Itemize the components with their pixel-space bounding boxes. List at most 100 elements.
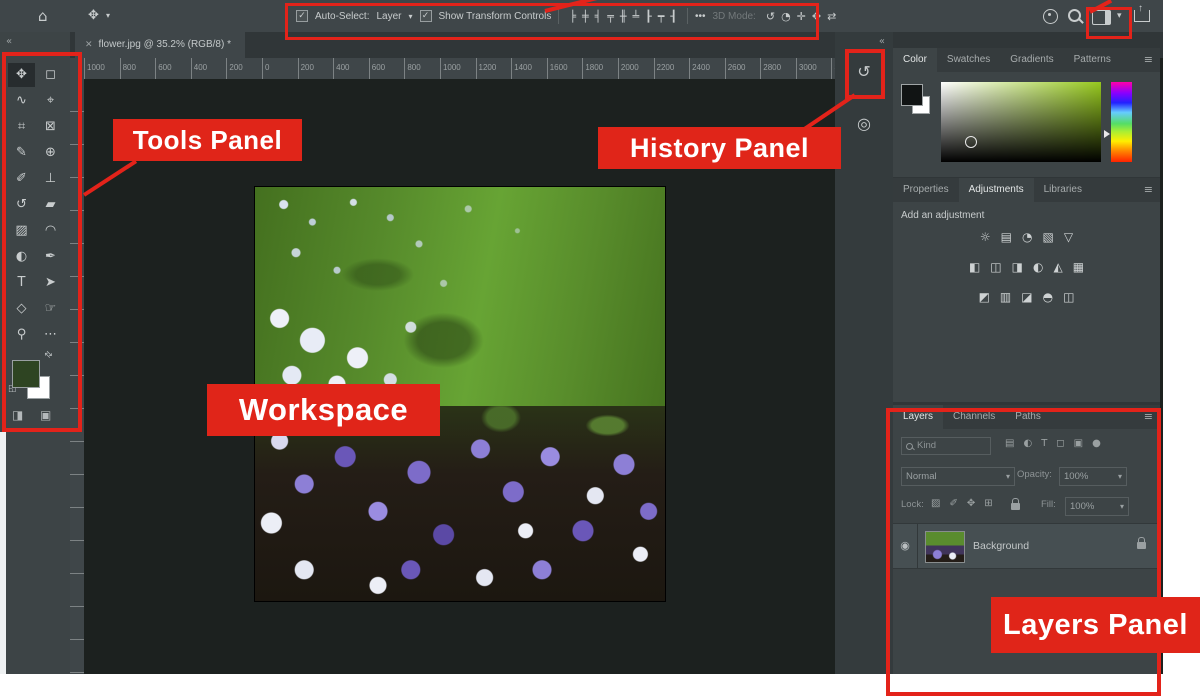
panel-menu-icon[interactable]: ≡	[1144, 178, 1153, 202]
shape-tool[interactable]: ◇	[8, 297, 35, 321]
show-transform-checkbox[interactable]: ✓	[420, 10, 432, 22]
selective-color-icon[interactable]: ◫	[1063, 290, 1074, 304]
lock-transparent-icon[interactable]: ▨	[931, 498, 940, 509]
distribute-spacing-icon[interactable]: ┨	[670, 10, 677, 23]
3d-pan-icon[interactable]: ✛	[797, 10, 806, 23]
distribute-h-icon[interactable]: ┠	[645, 10, 652, 23]
collapse-panel-icon[interactable]: «	[6, 36, 12, 47]
dodge-tool[interactable]: ◐	[8, 245, 35, 269]
search-icon[interactable]	[1068, 9, 1081, 22]
expand-dock-icon[interactable]: «	[879, 36, 885, 47]
share-icon[interactable]	[1134, 10, 1150, 22]
quick-mask-icon[interactable]: ◨	[12, 408, 23, 422]
opacity-input[interactable]: 100% ▾	[1059, 467, 1127, 486]
swap-colors-icon[interactable]: ⇄	[42, 349, 54, 361]
document-tab[interactable]: ✕flower.jpg @ 35.2% (RGB/8) *	[75, 32, 245, 58]
tab-swatches[interactable]: Swatches	[937, 48, 1000, 72]
tab-color[interactable]: Color	[893, 48, 937, 72]
eraser-tool[interactable]: ▰	[37, 193, 64, 217]
threshold-icon[interactable]: ◪	[1021, 290, 1032, 304]
panel-menu-icon[interactable]: ≡	[1144, 405, 1153, 429]
zoom-tool[interactable]: ⚲	[8, 323, 35, 347]
tab-paths[interactable]: Paths	[1005, 405, 1051, 429]
posterize-icon[interactable]: ▥	[1000, 290, 1011, 304]
3d-scale-icon[interactable]: ⇄	[827, 10, 836, 23]
layer-visibility-eye-icon[interactable]: ◉	[893, 524, 918, 568]
hue-saturation-icon[interactable]: ◧	[969, 260, 980, 274]
workspace-switcher-icon[interactable]	[1092, 10, 1111, 25]
align-bottom-icon[interactable]: ╧	[632, 10, 639, 23]
crop-tool[interactable]: ⌗	[8, 115, 35, 139]
gradient-tool[interactable]: ▨	[8, 219, 35, 243]
hand-tool[interactable]: ☞	[37, 297, 64, 321]
filter-adjustment-icon[interactable]: ◐	[1023, 438, 1032, 449]
channel-mixer-icon[interactable]: ◭	[1053, 260, 1062, 274]
align-right-icon[interactable]: ╡	[595, 10, 602, 23]
foreground-color-swatch[interactable]	[12, 360, 40, 388]
auto-select-value[interactable]: Layer	[376, 11, 401, 22]
comments-panel-icon[interactable]: ◎	[850, 110, 878, 138]
clone-stamp-tool[interactable]: ⊥	[37, 167, 64, 191]
3d-slide-icon[interactable]: ✥	[812, 10, 821, 23]
tab-gradients[interactable]: Gradients	[1000, 48, 1063, 72]
chevron-down-icon[interactable]: ▾	[1117, 0, 1122, 32]
close-icon[interactable]: ✕	[85, 40, 93, 50]
tab-channels[interactable]: Channels	[943, 405, 1005, 429]
blend-mode-select[interactable]: Normal ▾	[901, 467, 1015, 486]
fill-input[interactable]: 100% ▾	[1065, 497, 1129, 516]
hue-slider-marker[interactable]	[1104, 130, 1110, 138]
align-middle-icon[interactable]: ╫	[620, 10, 627, 23]
filter-shape-icon[interactable]: ◻	[1056, 438, 1064, 449]
chevron-down-icon[interactable]: ▾	[409, 12, 413, 21]
filter-toggle-icon[interactable]: ●	[1092, 438, 1101, 449]
filter-pixel-icon[interactable]: ▤	[1005, 438, 1014, 449]
screen-mode-icon[interactable]: ▣	[40, 408, 51, 422]
auto-select-checkbox[interactable]: ✓	[296, 10, 308, 22]
eyedropper-tool[interactable]: ✎	[8, 141, 35, 165]
lock-all-icon[interactable]	[1011, 503, 1020, 510]
lasso-tool[interactable]: ∿	[8, 89, 35, 113]
black-white-icon[interactable]: ◨	[1012, 260, 1023, 274]
exposure-icon[interactable]: ▧	[1043, 230, 1054, 244]
color-foreground-swatch[interactable]	[901, 84, 923, 106]
tab-layers[interactable]: Layers	[893, 405, 943, 429]
type-tool[interactable]: T	[8, 271, 35, 295]
brush-tool[interactable]: ✐	[8, 167, 35, 191]
tab-patterns[interactable]: Patterns	[1064, 48, 1121, 72]
3d-orbit-icon[interactable]: ↺	[766, 10, 775, 23]
edit-toolbar-icon[interactable]: ⋯	[37, 323, 64, 347]
path-select-tool[interactable]: ➤	[37, 271, 64, 295]
lock-artboard-icon[interactable]: ⊞	[984, 498, 992, 509]
blur-tool[interactable]: ◠	[37, 219, 64, 243]
levels-icon[interactable]: ▤	[1001, 230, 1012, 244]
home-icon[interactable]: ⌂	[38, 0, 48, 32]
brightness-contrast-icon[interactable]: ☼	[980, 230, 991, 244]
marquee-tool[interactable]: ◻	[37, 63, 64, 87]
tab-properties[interactable]: Properties	[893, 178, 959, 202]
filter-smart-object-icon[interactable]: ▣	[1074, 438, 1083, 449]
history-brush-tool[interactable]: ↺	[8, 193, 35, 217]
color-lookup-icon[interactable]: ▦	[1073, 260, 1084, 274]
lock-pixels-icon[interactable]: ✐	[949, 498, 957, 509]
move-tool[interactable]: ✥	[8, 63, 35, 87]
history-panel-icon[interactable]: ↺	[850, 58, 878, 86]
align-left-icon[interactable]: ╞	[569, 10, 576, 23]
color-picker-cursor[interactable]	[965, 136, 977, 148]
filter-type-icon[interactable]: T	[1041, 438, 1047, 449]
lock-position-icon[interactable]: ✥	[967, 498, 975, 509]
hue-slider[interactable]	[1111, 82, 1132, 162]
move-tool-options-icon[interactable]: ✥	[88, 0, 99, 32]
account-icon[interactable]	[1043, 9, 1058, 24]
distribute-v-icon[interactable]: ┯	[658, 10, 665, 23]
vibrance-icon[interactable]: ▽	[1064, 230, 1073, 244]
align-top-icon[interactable]: ╤	[607, 10, 614, 23]
object-selection-tool[interactable]: ⌖	[37, 89, 64, 113]
invert-icon[interactable]: ◩	[979, 290, 990, 304]
layer-thumbnail[interactable]	[925, 531, 965, 563]
gradient-map-icon[interactable]: ◓	[1043, 290, 1053, 304]
color-field[interactable]	[941, 82, 1101, 162]
more-options-icon[interactable]: •••	[695, 11, 706, 22]
align-center-h-icon[interactable]: ╪	[582, 10, 589, 23]
tab-adjustments[interactable]: Adjustments	[959, 178, 1034, 202]
3d-roll-icon[interactable]: ◔	[781, 10, 791, 23]
